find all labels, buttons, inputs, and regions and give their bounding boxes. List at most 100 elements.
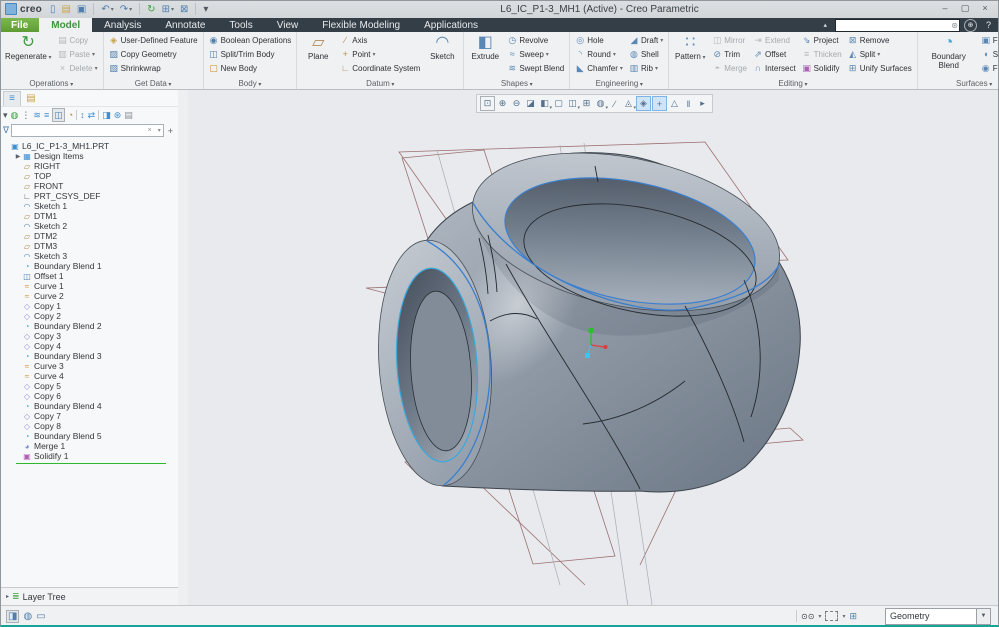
undo-icon-dropdown[interactable]: ▾ (111, 6, 114, 13)
perspective-icon[interactable]: △ (668, 97, 681, 110)
regenerate-small-icon[interactable]: ↻ (145, 2, 157, 16)
coordinate-system-button[interactable]: ∟Coordinate System (337, 61, 423, 75)
tree-item-boundary-blend-2[interactable]: ◔Boundary Blend 2 (0, 321, 178, 331)
refit-icon[interactable]: ⊡ (480, 96, 495, 111)
tree-item-copy-3[interactable]: ◇Copy 3 (0, 331, 178, 341)
split-dropdown-icon[interactable]: ▾ (877, 51, 880, 58)
tree-item-dtm3[interactable]: ▱DTM3 (0, 241, 178, 251)
active-window-icon-dropdown[interactable]: ▾ (171, 6, 174, 13)
no-hidden-icon[interactable]: ∕ (608, 97, 621, 110)
zoom-out-icon[interactable]: ⊖ (510, 97, 523, 110)
pause-icon[interactable]: ‖ (682, 97, 695, 110)
thicken-button[interactable]: ≡Thicken (799, 47, 845, 61)
tab-tools[interactable]: Tools (217, 18, 264, 32)
undo-icon[interactable]: ↶▾ (99, 2, 115, 16)
sketch-button[interactable]: ◠Sketch (423, 33, 461, 62)
sync-tree-icon[interactable]: ⇄ (88, 109, 96, 121)
file-menu-button[interactable]: File (0, 18, 39, 32)
style-button[interactable]: ◖Style (978, 47, 999, 61)
user-defined-feature-button[interactable]: ◈User-Defined Feature (106, 33, 201, 47)
offset-button[interactable]: ⇗Offset (750, 47, 799, 61)
tab-applications[interactable]: Applications (412, 18, 490, 32)
selection-box-icon[interactable] (825, 611, 838, 621)
group-label-get-data[interactable]: Get Data ▾ (106, 77, 201, 89)
saved-orientations-icon[interactable]: ◫▾ (566, 97, 579, 110)
redo-icon[interactable]: ↷▾ (118, 2, 134, 16)
browser-toggle-icon[interactable]: ◍ (23, 611, 32, 622)
find-binoculars-icon[interactable]: ⊙⊙ (801, 612, 814, 621)
swept-blend-button[interactable]: ≋Swept Blend (504, 61, 567, 75)
model-3d-scene[interactable] (188, 90, 999, 605)
sweep-button[interactable]: ≈Sweep▾ (504, 47, 567, 61)
regenerate-dropdown-icon[interactable]: ▾ (47, 55, 52, 61)
expander-icon[interactable]: ▶ (14, 153, 22, 160)
maximize-button[interactable]: ▢ (955, 0, 975, 16)
group-dropdown-icon[interactable]: ▾ (69, 82, 74, 88)
minimize-button[interactable]: – (935, 0, 955, 16)
info-document-icon[interactable]: ▤ (124, 109, 133, 121)
tree-item-copy-5[interactable]: ◇Copy 5 (0, 381, 178, 391)
mirror-button[interactable]: ◫Mirror (709, 33, 750, 47)
point-button[interactable]: +Point▾ (337, 47, 423, 61)
intersect-button[interactable]: ∩Intersect (750, 61, 799, 75)
rib-dropdown-icon[interactable]: ▾ (655, 65, 658, 72)
tree-settings-icon[interactable]: ⊛ (114, 109, 122, 121)
round-dropdown-icon[interactable]: ▾ (613, 51, 616, 58)
search-icon[interactable]: ⊕ (964, 19, 977, 32)
list-view-icon[interactable]: ≡ (44, 109, 49, 121)
tree-options-dropdown-icon[interactable]: ▾ (3, 109, 8, 121)
tree-columns-icon[interactable]: ◫ (52, 108, 65, 122)
search-options-gear-icon[interactable]: ⊛ (951, 21, 958, 30)
datum-display-icon[interactable]: ◬▾ (622, 97, 635, 110)
point-dropdown-icon[interactable]: ▾ (373, 51, 376, 58)
command-search-input[interactable] (835, 19, 960, 32)
freestyle-button[interactable]: ◉Freestyle (978, 61, 999, 75)
selection-filter-dropdown-icon[interactable]: ▼ (976, 609, 990, 624)
trim-button[interactable]: ⊘Trim (709, 47, 750, 61)
collapse-ribbon-button[interactable]: ▴ (817, 21, 833, 29)
tree-item-dtm2[interactable]: ▱DTM2 (0, 231, 178, 241)
standard-orientation-icon[interactable]: ▢ (552, 97, 565, 110)
tree-item-copy-1[interactable]: ◇Copy 1 (0, 301, 178, 311)
insert-here-indicator[interactable] (16, 463, 166, 464)
merge-button[interactable]: ◓Merge (709, 61, 750, 75)
project-button[interactable]: ⇘Project (799, 33, 845, 47)
display-style-icon[interactable]: ◍▾ (594, 97, 607, 110)
copy-geometry-button[interactable]: ▨Copy Geometry (106, 47, 201, 61)
filter-clear-icon[interactable]: × (148, 127, 152, 134)
draft-button[interactable]: ◢Draft▾ (626, 33, 666, 47)
graphics-viewport[interactable]: ⊡⊕⊖◪◧▾▢◫▾⊞◍▾∕◬▾◈+△‖▸ (188, 90, 999, 605)
tree-item-sketch-1[interactable]: ◠Sketch 1 (0, 201, 178, 211)
shrinkwrap-button[interactable]: ▧Shrinkwrap (106, 61, 201, 75)
tree-item-top[interactable]: ▱TOP (0, 171, 178, 181)
extrude-button[interactable]: ◧Extrude (466, 33, 504, 62)
tree-item-curve-2[interactable]: ≈Curve 2 (0, 291, 178, 301)
tree-item-design-items[interactable]: ▶▦Design Items (0, 151, 178, 161)
shading-style-icon[interactable]: ◧▾ (538, 97, 551, 110)
group-dropdown-icon[interactable]: ▾ (803, 82, 808, 88)
redo-icon-dropdown[interactable]: ▾ (129, 6, 132, 13)
shell-button[interactable]: ◍Shell (626, 47, 666, 61)
group-dropdown-icon[interactable]: ▾ (528, 82, 533, 88)
model-tree-tab[interactable]: ≡ (3, 91, 21, 106)
zoom-in-icon[interactable]: ⊕ (496, 97, 509, 110)
split-button[interactable]: ◭Split▾ (845, 47, 915, 61)
paste-dropdown-icon[interactable]: ▾ (92, 51, 95, 58)
group-dropdown-icon[interactable]: ▾ (390, 82, 395, 88)
group-label-body[interactable]: Body ▾ (206, 77, 295, 89)
pattern-dropdown-icon[interactable]: ▾ (701, 55, 706, 61)
draft-dropdown-icon[interactable]: ▾ (660, 37, 663, 44)
paste-button[interactable]: ▥Paste▾ (55, 47, 101, 61)
tree-item-right[interactable]: ▱RIGHT (0, 161, 178, 171)
tree-item-curve-3[interactable]: ≈Curve 3 (0, 361, 178, 371)
tree-item-copy-2[interactable]: ◇Copy 2 (0, 311, 178, 321)
tree-item-boundary-blend-5[interactable]: ◔Boundary Blend 5 (0, 431, 178, 441)
new-body-button[interactable]: ▢New Body (206, 61, 295, 75)
annotation-display-icon[interactable]: ◈ (636, 96, 651, 111)
filter-funnel-icon[interactable]: ∇ (3, 125, 9, 136)
spin-center-icon[interactable]: + (652, 96, 667, 111)
pattern-button[interactable]: ∷Pattern ▾ (671, 33, 709, 64)
layer-tree-bar[interactable]: ▸ ≣ Layer Tree (0, 587, 178, 605)
plane-button[interactable]: ▱Plane (299, 33, 337, 62)
extend-button[interactable]: ⇥Extend (750, 33, 799, 47)
